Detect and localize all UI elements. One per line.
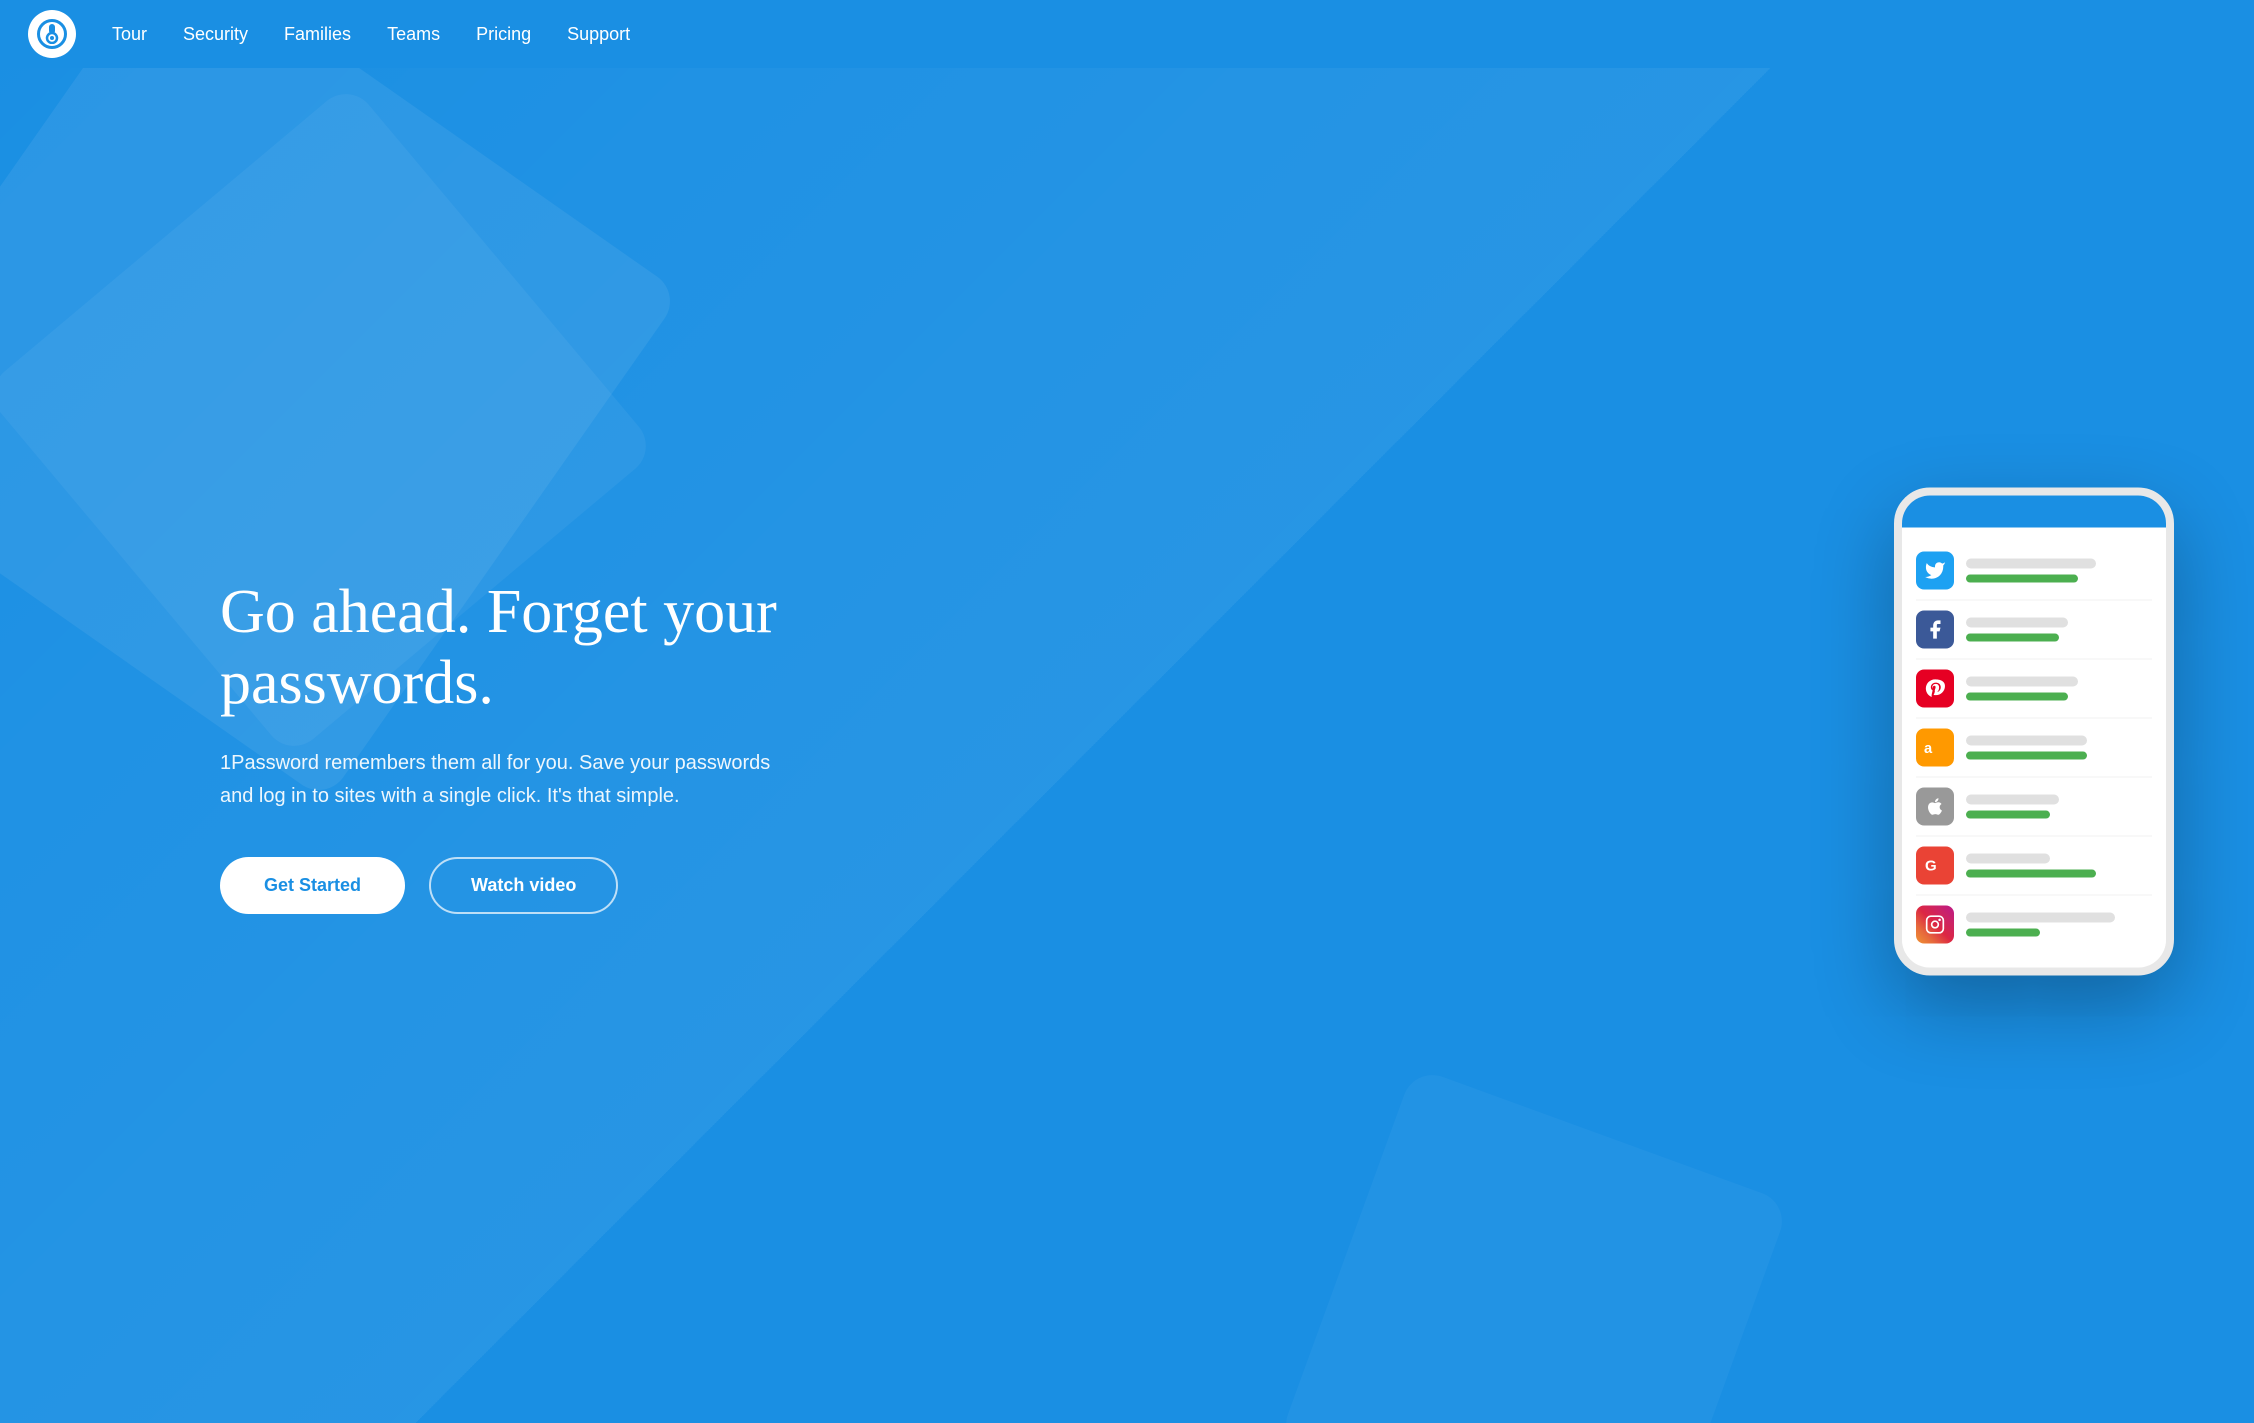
svg-text:a: a: [1924, 741, 1933, 757]
geo-decoration-3: [1278, 1067, 1791, 1423]
pinterest-name-bar: [1966, 676, 2078, 686]
apple-name-bar: [1966, 794, 2059, 804]
phone-mockup: aG: [1894, 487, 2174, 975]
hero-buttons: Get Started Watch video: [220, 857, 780, 914]
phone-status-bar: [1902, 495, 2166, 527]
apple-pw-bar: [1966, 810, 2050, 818]
phone-frame: aG: [1894, 487, 2174, 975]
amazon-icon: a: [1916, 728, 1954, 766]
facebook-icon: [1916, 610, 1954, 648]
get-started-button[interactable]: Get Started: [220, 857, 405, 914]
apple-icon: [1916, 787, 1954, 825]
navbar: Tour Security Families Teams Pricing Support: [0, 0, 2254, 68]
password-item-instagram: [1916, 895, 2152, 953]
hero-subtitle: 1Password remembers them all for you. Sa…: [220, 747, 780, 813]
amazon-name-bar: [1966, 735, 2087, 745]
instagram-icon: [1916, 905, 1954, 943]
password-item-pinterest: [1916, 659, 2152, 718]
instagram-details: [1966, 912, 2152, 936]
google-pw-bar: [1966, 869, 2096, 877]
google-details: [1966, 853, 2152, 877]
password-item-twitter: [1916, 541, 2152, 600]
nav-link-tour[interactable]: Tour: [112, 24, 147, 45]
pinterest-details: [1966, 676, 2152, 700]
twitter-icon: [1916, 551, 1954, 589]
twitter-name-bar: [1966, 558, 2096, 568]
password-item-facebook: [1916, 600, 2152, 659]
password-item-google: G: [1916, 836, 2152, 895]
password-item-apple: [1916, 777, 2152, 836]
nav-link-families[interactable]: Families: [284, 24, 351, 45]
logo-icon: [37, 19, 67, 49]
twitter-details: [1966, 558, 2152, 582]
nav-link-support[interactable]: Support: [567, 24, 630, 45]
svg-text:G: G: [1925, 857, 1937, 874]
pinterest-pw-bar: [1966, 692, 2068, 700]
google-name-bar: [1966, 853, 2050, 863]
apple-details: [1966, 794, 2152, 818]
facebook-name-bar: [1966, 617, 2068, 627]
pinterest-icon: [1916, 669, 1954, 707]
instagram-name-bar: [1966, 912, 2115, 922]
hero-section: Go ahead. Forget your passwords. 1Passwo…: [0, 0, 2254, 1423]
google-icon: G: [1916, 846, 1954, 884]
twitter-pw-bar: [1966, 574, 2078, 582]
nav-link-security[interactable]: Security: [183, 24, 248, 45]
facebook-details: [1966, 617, 2152, 641]
password-item-amazon: a: [1916, 718, 2152, 777]
watch-video-button[interactable]: Watch video: [429, 857, 618, 914]
logo[interactable]: [28, 10, 76, 58]
phone-content: aG: [1902, 527, 2166, 967]
instagram-pw-bar: [1966, 928, 2040, 936]
hero-title: Go ahead. Forget your passwords.: [220, 577, 780, 720]
amazon-details: [1966, 735, 2152, 759]
facebook-pw-bar: [1966, 633, 2059, 641]
nav-link-pricing[interactable]: Pricing: [476, 24, 531, 45]
amazon-pw-bar: [1966, 751, 2087, 759]
hero-content: Go ahead. Forget your passwords. 1Passwo…: [0, 577, 780, 915]
nav-link-teams[interactable]: Teams: [387, 24, 440, 45]
nav-links: Tour Security Families Teams Pricing Support: [112, 24, 630, 45]
